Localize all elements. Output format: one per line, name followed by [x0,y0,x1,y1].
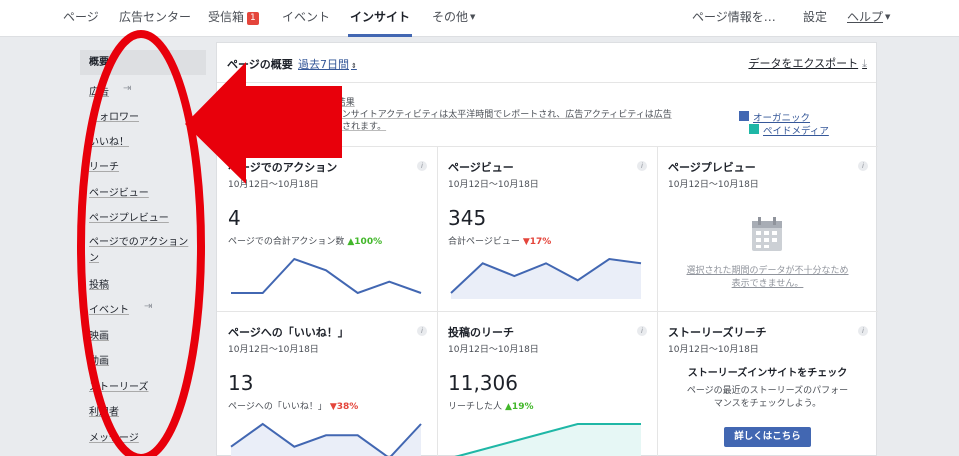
sidebar-item-videos[interactable]: 動画 [80,352,206,367]
download-icon: ⤓ [862,57,867,70]
sparkline-line [231,257,422,295]
sidebar-item-page-views[interactable]: ページビュー [80,184,206,199]
sparkline-area [231,424,421,456]
sparkline-chart [231,257,422,295]
learn-more-button[interactable]: 詳しくはこちら [724,427,811,447]
export-data-link[interactable]: データをエクスポート ⤓ [748,55,867,71]
nav-ad-center[interactable]: 広告センター [119,0,191,37]
card-page-previews[interactable]: ページプレビュー i 10月12日～10月18日 選択された期間のデータが不十分… [657,146,878,312]
nav-page[interactable]: ページ [63,0,99,37]
sparkline-chart [230,422,422,456]
card-post-reach[interactable]: 投稿のリーチ i 10月12日～10月18日 11,306 リーチした人 ▲19% [437,311,658,456]
sidebar-item-page-actions[interactable]: ページでのアクションン [80,235,206,267]
sidebar-item-posts[interactable]: 投稿 [80,276,206,291]
sidebar-item-events[interactable]: イベント ⇥ [80,301,206,316]
card-page-actions[interactable]: ページでのアクション i 10月12日～10月18日 4 ページでの合計アクショ… [217,146,438,312]
info-icon[interactable]: i [858,161,868,171]
card-stories-reach[interactable]: ストーリーズリーチ i 10月12日～10月18日 ストーリーズインサイトをチェ… [657,311,878,456]
card-page-likes[interactable]: ページへの「いいね！」 i 10月12日～10月18日 13 ページへの「いいね… [217,311,438,456]
metric-value: 345 [448,206,487,230]
external-link-icon: ⇥ [123,83,132,94]
nav-more[interactable]: その他 ▼ [432,0,475,37]
page-title: ページの概要 [227,58,293,71]
sidebar-item-page-previews[interactable]: ページプレビュー [80,209,206,224]
caret-down-icon: ▼ [470,13,476,21]
sidebar-item-messages[interactable]: メッセージ [80,429,206,444]
sparkline-chart [450,257,642,299]
info-icon[interactable]: i [417,326,427,336]
organic-swatch [739,111,749,121]
inbox-badge: 1 [247,12,259,25]
caret-down-icon: ▼ [885,13,891,21]
change-indicator: ▲19% [505,402,534,412]
metric-value: 11,306 [448,371,518,395]
sidebar-item-followers[interactable]: フォロワー [80,108,206,123]
sidebar-item-ads[interactable]: 広告 ⇥ [80,83,206,98]
sort-icon: ⇕ [351,62,357,70]
calendar-icon [752,217,782,251]
sidebar-item-stories[interactable]: ストーリーズ [80,378,206,393]
timezone-notice: 0/10/18の結果 は含まれません。インサイトアクティビティは太平洋時間でレポ… [261,98,672,132]
info-icon[interactable]: i [417,161,427,171]
nav-inbox[interactable]: 受信箱 1 [208,0,259,37]
change-indicator: ▲100% [347,237,383,247]
nav-events[interactable]: イベント [282,0,330,37]
metric-value: 13 [228,371,254,395]
info-icon[interactable]: i [858,326,868,336]
nav-settings[interactable]: 設定 [803,0,827,37]
external-link-icon: ⇥ [144,301,153,312]
change-indicator: ▼38% [329,402,359,412]
period-selector[interactable]: 過去7日間 ⇕ [298,56,357,72]
change-indicator: ▼17% [522,237,552,247]
no-data-message: 選択された期間のデータが不十分なため 表示できません。 [686,266,849,289]
metric-value: 4 [228,206,241,230]
nav-insights[interactable]: インサイト [348,0,413,37]
overview-header: ページの概要 過去7日間 ⇕ データをエクスポート ⤓ [217,43,876,83]
card-page-views[interactable]: ページビュー i 10月12日～10月18日 345 合計ページビュー ▼17% [437,146,658,312]
info-icon[interactable]: i [637,326,647,336]
sidebar-item-reach[interactable]: リーチ [80,158,206,173]
sidebar-item-likes[interactable]: いいね！ [80,133,206,148]
sidebar-item-people[interactable]: 利用者 [80,403,206,418]
sparkline-chart [454,423,641,456]
top-navigation: ページ 広告センター 受信箱 1 イベント インサイト その他 ▼ ページ情報を… … [0,0,959,37]
paid-swatch [749,124,759,134]
overview-panel: ページの概要 過去7日間 ⇕ データをエクスポート ⤓ 0/10/18の結果 は含ま… [216,42,878,456]
nav-help[interactable]: ヘルプ ▼ [847,0,890,37]
info-icon[interactable]: i [637,161,647,171]
sidebar-item-movies[interactable]: 映画 [80,327,206,342]
sidebar-item-overview[interactable]: 概要 [80,50,206,75]
nav-page-info[interactable]: ページ情報を… [692,0,776,37]
